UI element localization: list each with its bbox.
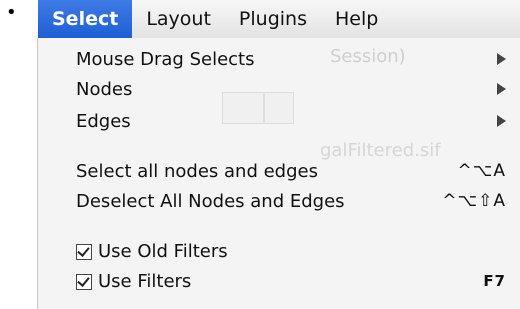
- menu-item-label: Edges: [76, 110, 131, 132]
- menu-item-nodes[interactable]: Nodes: [38, 74, 520, 104]
- menu-item-mouse-drag-selects[interactable]: Mouse Drag Selects: [38, 44, 520, 74]
- menu-layout[interactable]: Layout: [132, 0, 225, 38]
- menu-item-label: Deselect All Nodes and Edges: [76, 190, 345, 212]
- checkbox-checked-icon[interactable]: [76, 244, 92, 260]
- keyboard-shortcut: ^⌥A: [457, 161, 506, 181]
- menu-item-deselect-all[interactable]: Deselect All Nodes and Edges ^⌥⇧A: [38, 186, 520, 216]
- keyboard-shortcut: F7: [483, 272, 506, 290]
- submenu-arrow-icon: [497, 53, 506, 65]
- menu-item-label: Use Filters: [98, 270, 192, 292]
- select-dropdown-menu: Session) galFiltered.sif Mouse Drag Sele…: [38, 38, 520, 309]
- bullet-mark: •: [6, 2, 17, 23]
- submenu-arrow-icon: [497, 83, 506, 95]
- menu-bar: Select Layout Plugins Help: [38, 0, 520, 39]
- menu-item-label: Nodes: [76, 78, 133, 100]
- menu-item-select-all[interactable]: Select all nodes and edges ^⌥A: [38, 156, 520, 186]
- menu-item-label: Select all nodes and edges: [76, 160, 318, 182]
- submenu-arrow-icon: [497, 115, 506, 127]
- menu-item-label: Use Old Filters: [98, 240, 228, 262]
- menu-item-use-filters[interactable]: Use Filters F7: [38, 266, 520, 296]
- menu-help[interactable]: Help: [321, 0, 392, 38]
- menu-item-use-old-filters[interactable]: Use Old Filters: [38, 236, 520, 266]
- keyboard-shortcut: ^⌥⇧A: [442, 191, 506, 211]
- menu-item-edges[interactable]: Edges: [38, 106, 520, 136]
- menu-item-label: Mouse Drag Selects: [76, 48, 255, 70]
- checkbox-checked-icon[interactable]: [76, 274, 92, 290]
- menu-select[interactable]: Select: [38, 0, 133, 38]
- menu-plugins[interactable]: Plugins: [225, 0, 321, 38]
